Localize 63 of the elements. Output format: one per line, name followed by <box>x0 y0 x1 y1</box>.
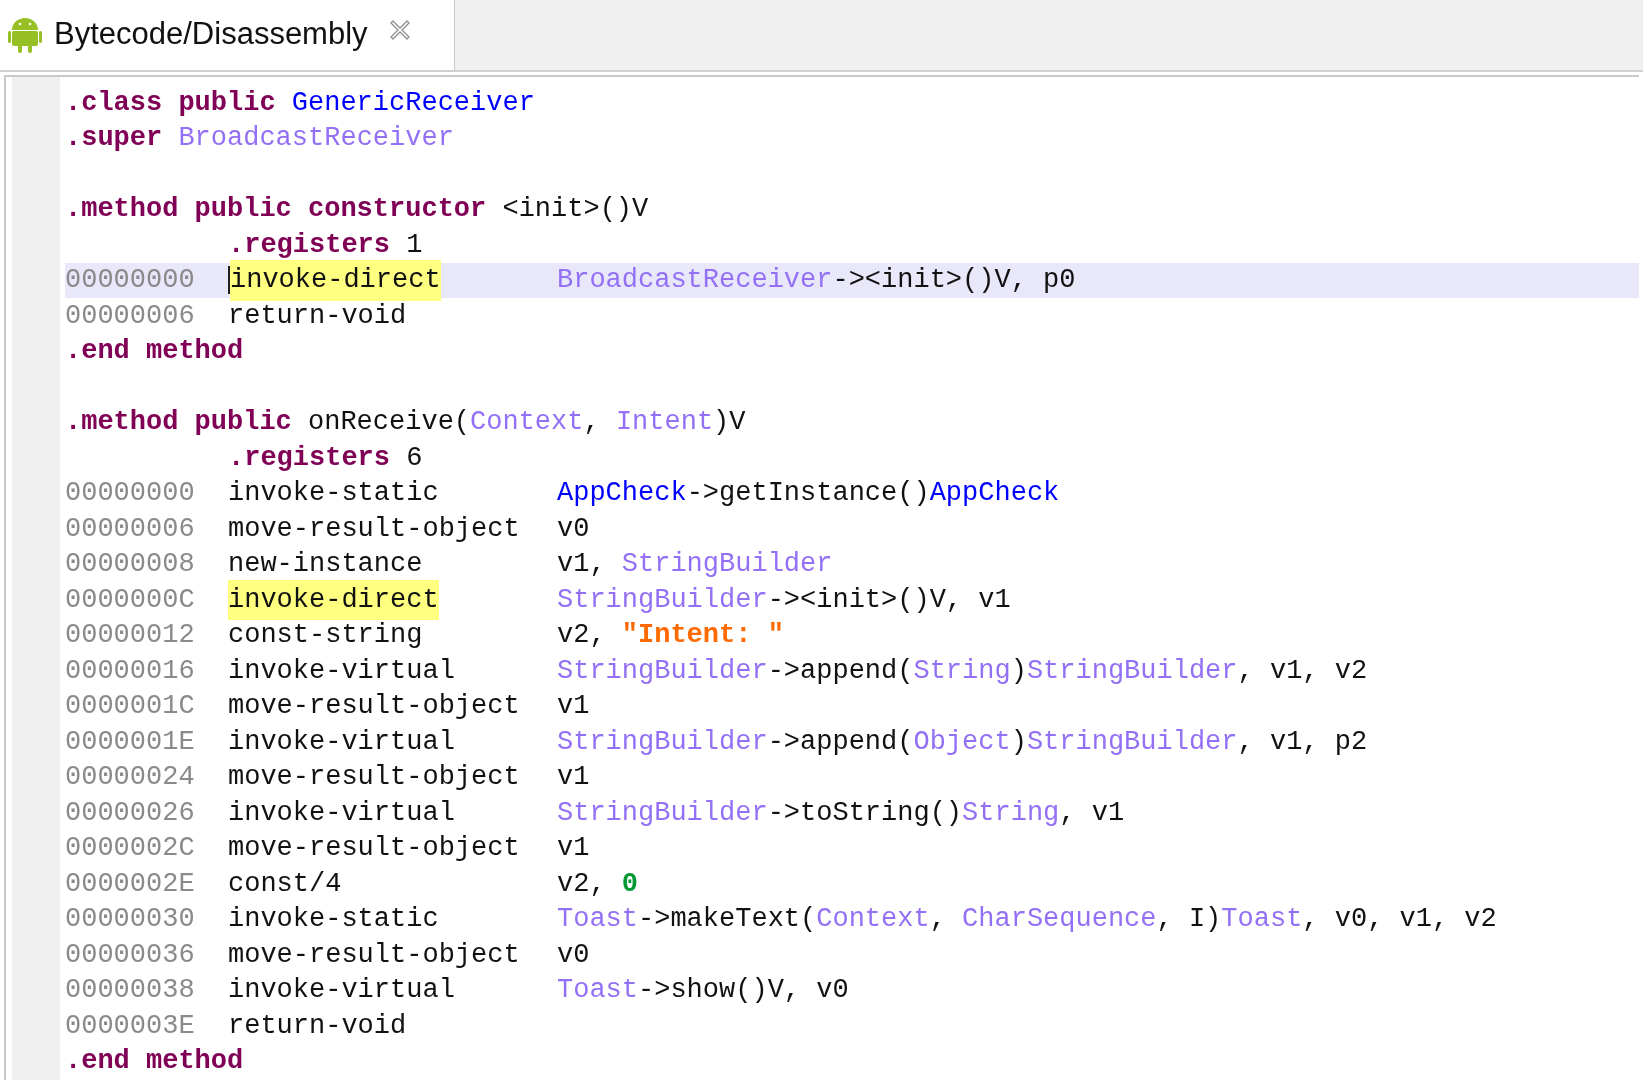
address: 00000000 <box>65 264 196 297</box>
address: 0000002E <box>65 867 196 901</box>
opcode: move-result-object <box>228 832 520 865</box>
operands: StringBuilder->toString()String, v1 <box>557 796 1125 830</box>
opcode: move-result-object <box>228 761 520 794</box>
operands: v1, StringBuilder <box>557 548 833 581</box>
operands: v0 <box>557 938 590 972</box>
operands: v2, "Intent: " <box>557 619 784 652</box>
operands: BroadcastReceiver-><init>()V, p0 <box>557 264 1076 297</box>
address: 0000000C <box>65 583 196 617</box>
operands: v1 <box>557 761 590 794</box>
address: 00000030 <box>65 903 196 936</box>
address: 0000001C <box>65 690 196 723</box>
opcode: invoke-direct <box>230 260 441 301</box>
address: 00000008 <box>65 548 196 581</box>
operands: StringBuilder->append(String)StringBuilder, v1, v2 <box>557 654 1368 688</box>
text-caret <box>228 266 230 295</box>
address: 0000001E <box>65 725 196 759</box>
code-line: .registers 1 <box>228 228 423 262</box>
opcode: const/4 <box>228 867 342 901</box>
opcode: invoke-virtual <box>228 974 455 1007</box>
editor-tab[interactable]: Bytecode/Disassembly <box>0 0 455 70</box>
code-line: .end method <box>65 1045 244 1078</box>
operands: StringBuilder->append(Object)StringBuilder, v1, p2 <box>557 725 1368 759</box>
address: 0000003E <box>65 1009 196 1043</box>
opcode: move-result-object <box>228 938 520 972</box>
address: 00000006 <box>65 512 196 546</box>
operands: v1 <box>557 832 590 865</box>
tab-title: Bytecode/Disassembly <box>54 14 368 53</box>
address: 00000016 <box>65 654 196 688</box>
address: 00000000 <box>65 477 196 510</box>
code-line: .super BroadcastReceiver <box>65 122 454 155</box>
address: 00000006 <box>65 299 196 333</box>
opcode: invoke-virtual <box>228 654 455 688</box>
operands: StringBuilder-><init>()V, v1 <box>557 583 1011 617</box>
code-line: .method public constructor <init>()V <box>65 193 649 226</box>
address: 00000026 <box>65 796 196 830</box>
address: 00000024 <box>65 761 196 794</box>
address: 00000036 <box>65 938 196 972</box>
opcode: invoke-virtual <box>228 796 455 830</box>
opcode: return-void <box>228 1009 407 1043</box>
opcode: const-string <box>228 619 423 652</box>
operands: Toast->makeText(Context, CharSequence, I)Toast, v0, v1, v2 <box>557 903 1497 936</box>
opcode: new-instance <box>228 548 423 581</box>
code-line: .method public onReceive(Context, Intent)V <box>65 406 746 439</box>
opcode: return-void <box>228 299 407 333</box>
code-line: .end method <box>65 335 244 368</box>
opcode: invoke-static <box>228 477 439 510</box>
address: 00000012 <box>65 619 196 652</box>
opcode: invoke-direct <box>228 579 439 620</box>
address: 00000038 <box>65 974 196 1007</box>
operands: Toast->show()V, v0 <box>557 974 849 1007</box>
opcode: invoke-static <box>228 903 439 936</box>
operands: v2, 0 <box>557 867 638 901</box>
operands: v0 <box>557 512 590 546</box>
address: 0000002C <box>65 832 196 865</box>
opcode: move-result-object <box>228 512 520 546</box>
opcode: invoke-virtual <box>228 725 455 759</box>
operands: v1 <box>557 690 590 723</box>
opcode: move-result-object <box>228 690 520 723</box>
code-line: .class public GenericReceiver <box>65 86 535 120</box>
code-line: .registers 6 <box>228 441 423 475</box>
operands: AppCheck->getInstance()AppCheck <box>557 477 1060 510</box>
